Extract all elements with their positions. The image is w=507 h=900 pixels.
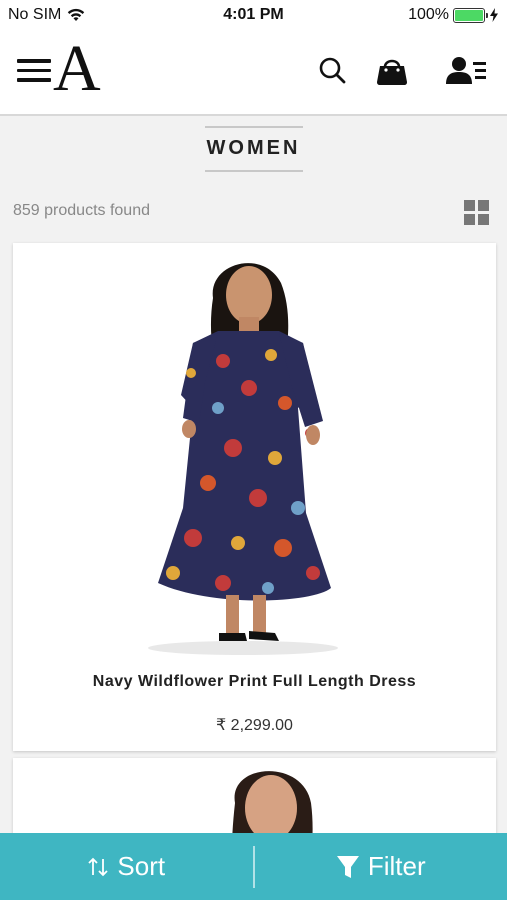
- sort-button[interactable]: Sort: [0, 833, 253, 900]
- search-icon[interactable]: [312, 50, 352, 90]
- brand-logo[interactable]: A: [53, 36, 101, 102]
- sort-filter-bar: Sort Filter: [0, 833, 507, 900]
- filter-button[interactable]: Filter: [255, 833, 507, 900]
- page-title: WOMEN: [204, 126, 303, 172]
- app-header: A: [0, 30, 507, 116]
- battery-status: 100%: [408, 6, 499, 24]
- shopping-bag-icon[interactable]: [372, 50, 412, 90]
- product-price: ₹ 2,299.00: [216, 717, 293, 734]
- filter-label: Filter: [367, 851, 426, 881]
- category-header: WOMEN: [0, 126, 507, 172]
- product-card[interactable]: Navy Wildflower Print Full Length Dress …: [13, 243, 496, 751]
- sort-icon: [88, 857, 109, 876]
- product-count: 859 products found: [13, 202, 150, 219]
- charging-icon: [490, 8, 498, 22]
- product-image[interactable]: [13, 243, 496, 663]
- grid-view-icon[interactable]: [464, 200, 490, 226]
- sort-label: Sort: [117, 851, 166, 881]
- account-icon[interactable]: [444, 50, 490, 90]
- status-bar: No SIM 4:01 PM 100%: [0, 0, 507, 30]
- battery-percent: 100%: [408, 6, 449, 23]
- menu-icon[interactable]: [17, 59, 51, 85]
- product-name[interactable]: Navy Wildflower Print Full Length Dress: [13, 673, 496, 691]
- battery-icon: [453, 7, 488, 23]
- dress-illustration: [148, 263, 338, 655]
- filter-icon: [336, 855, 359, 878]
